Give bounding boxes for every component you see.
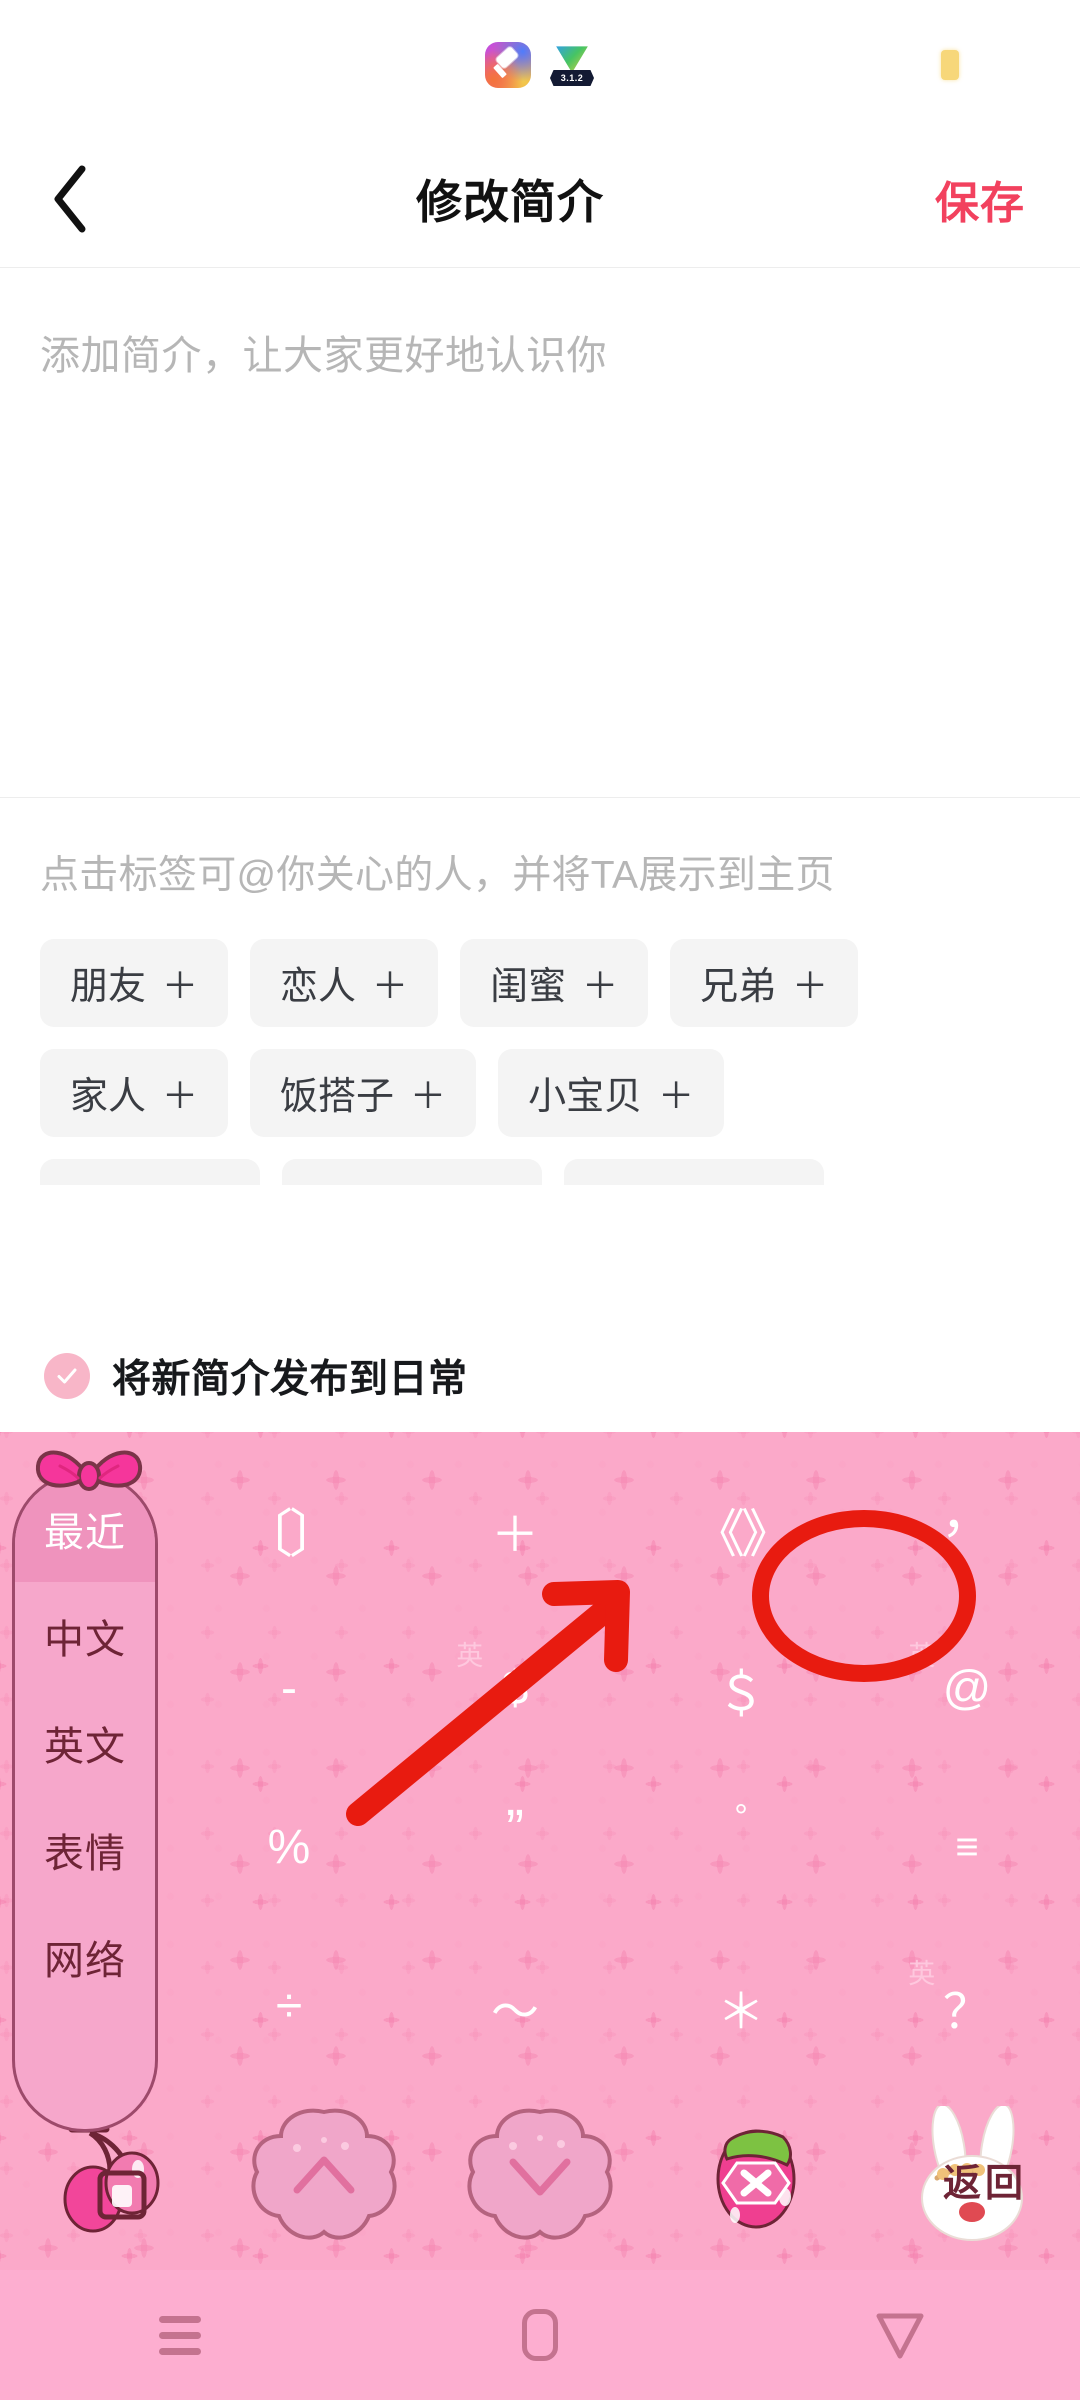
key-identical-to[interactable]: ≡ [854, 1768, 1080, 1927]
plus-icon: ＋ [792, 964, 829, 1006]
key-label: ＋ [490, 1508, 539, 1562]
key-division-sign[interactable]: ÷ [176, 1927, 402, 2086]
key-label: ＊ [716, 1985, 765, 2039]
page-up-key[interactable] [216, 2100, 432, 2256]
chevron-down-flower-icon [465, 2106, 615, 2251]
plus-icon: ＋ [658, 1074, 695, 1116]
tag-chip-label: 朋友 [70, 966, 147, 1009]
svg-text:回: 回 [985, 2163, 1023, 2205]
page-header: 修改简介 保存 [0, 130, 1080, 268]
tag-row: 朋友 ＋ 恋人 ＋ 闺蜜 ＋ 兄弟 ＋ [40, 938, 1040, 1027]
chevron-left-icon [50, 164, 90, 234]
play-triangle-icon [556, 46, 588, 73]
video-app-icon: 3.1.2 [549, 42, 595, 88]
key-question-mark[interactable]: 英 ？ [854, 1927, 1080, 2086]
kb-tab-chinese[interactable]: 中文 [15, 1582, 155, 1689]
cherry-icon [48, 2111, 168, 2246]
return-key[interactable]: 返 回 [864, 2100, 1080, 2256]
annotation-circle-highlight [752, 1510, 976, 1682]
chevron-up-flower-icon [249, 2106, 399, 2251]
key-label: ≡ [955, 1825, 979, 1869]
bio-placeholder: 添加简介，让大家更好地认识你 [40, 334, 607, 378]
tag-chip-bestie[interactable]: 闺蜜 ＋ [460, 938, 649, 1027]
publish-to-daily-row[interactable]: 将新简介发布到日常 [0, 1320, 1080, 1432]
key-degree-sign[interactable]: ° [628, 1768, 854, 1927]
tag-chip-clipped[interactable] [282, 1158, 542, 1185]
tag-chip-friend[interactable]: 朋友 ＋ [40, 938, 229, 1027]
battery-icon [941, 50, 959, 80]
kb-tab-emoji[interactable]: 表情 [15, 1796, 155, 1903]
delete-strawberry-icon [701, 2111, 811, 2246]
back-triangle-icon [873, 2308, 927, 2362]
plus-icon: ＋ [372, 964, 409, 1006]
tag-chip-label: 恋人 [280, 966, 357, 1009]
app-icon-gradient [485, 42, 531, 88]
key-label: % [267, 1821, 311, 1874]
tag-hint-text: 点击标签可@你关心的人，并将TA展示到主页 [40, 854, 835, 897]
video-app-version-badge: 3.1.2 [550, 70, 594, 86]
delete-key[interactable] [648, 2100, 864, 2256]
tag-chip-baby[interactable]: 小宝贝 ＋ [498, 1048, 725, 1137]
tag-chip-mealmate[interactable]: 饭搭子 ＋ [250, 1048, 477, 1137]
key-label: 〔〕 [240, 1506, 341, 1564]
tag-rows: 朋友 ＋ 恋人 ＋ 闺蜜 ＋ 兄弟 ＋ 家人 ＋ 饭搭子 ＋ 小宝贝 ＋ [40, 938, 1040, 1185]
back-button[interactable] [0, 130, 140, 268]
tag-chip-label: 兄弟 [700, 966, 777, 1009]
save-button[interactable]: 保存 [880, 130, 1080, 268]
kb-tab-network[interactable]: 网络 [15, 1903, 155, 2010]
status-bar: 3.1.2 [0, 0, 1080, 130]
key-label: ° [734, 1798, 748, 1836]
plus-icon: ＋ [582, 964, 619, 1006]
key-label: ÷ [275, 1980, 303, 2033]
tag-chip-label: 家人 [70, 1076, 147, 1119]
key-label: ， [940, 1486, 993, 1544]
tag-chip-clipped[interactable] [40, 1158, 260, 1185]
return-rabbit-icon: 返 回 [897, 2103, 1047, 2251]
tag-chip-family[interactable]: 家人 ＋ [40, 1048, 229, 1137]
keyboard-function-row: 返 回 [0, 2100, 1080, 2256]
svg-text:返: 返 [943, 2163, 981, 2205]
tag-row: 家人 ＋ 饭搭子 ＋ 小宝贝 ＋ [40, 1048, 1040, 1137]
tag-chip-lover[interactable]: 恋人 ＋ [250, 938, 439, 1027]
recents-button[interactable] [0, 2270, 360, 2400]
tag-chip-label: 闺蜜 [490, 966, 567, 1009]
key-label: ＄ [716, 1667, 765, 1721]
tag-chip-clipped[interactable] [564, 1158, 824, 1185]
tag-chip-label: 小宝贝 [528, 1076, 643, 1119]
key-label: ～ [490, 1985, 539, 2039]
tag-row-clipped [40, 1158, 1040, 1185]
recents-icon [159, 2307, 201, 2364]
plus-icon: ＋ [162, 1074, 199, 1116]
keyboard-category-sidebar: 最近 中文 英文 表情 网络 [12, 1472, 158, 2132]
key-asterisk[interactable]: ＊ [628, 1927, 854, 2086]
back-button-nav[interactable] [720, 2270, 1080, 2400]
annotation-arrow [340, 1570, 660, 1835]
page-down-key[interactable] [432, 2100, 648, 2256]
plus-icon: ＋ [162, 964, 199, 1006]
tag-chip-label: 饭搭子 [280, 1076, 395, 1119]
bio-input-area[interactable]: 添加简介，让大家更好地认识你 [0, 268, 1080, 798]
checkbox-checked-icon[interactable] [44, 1353, 90, 1399]
plus-icon: ＋ [410, 1074, 447, 1116]
status-bar-right [820, 0, 1080, 130]
home-button[interactable] [360, 2270, 720, 2400]
kb-tab-english[interactable]: 英文 [15, 1689, 155, 1796]
key-tilde[interactable]: ～ [402, 1927, 628, 2086]
android-nav-bar [0, 2270, 1080, 2400]
key-label: - [281, 1662, 297, 1715]
tag-chip-brother[interactable]: 兄弟 ＋ [670, 938, 859, 1027]
home-icon [522, 2309, 558, 2361]
publish-to-daily-label: 将新简介发布到日常 [112, 1358, 468, 1401]
key-label: ？ [942, 1985, 991, 2039]
bow-decoration-icon [30, 1436, 148, 1516]
page-title: 修改简介 [416, 175, 604, 228]
key-label: @ [942, 1662, 992, 1715]
key-hint: 英 [908, 1959, 936, 1990]
